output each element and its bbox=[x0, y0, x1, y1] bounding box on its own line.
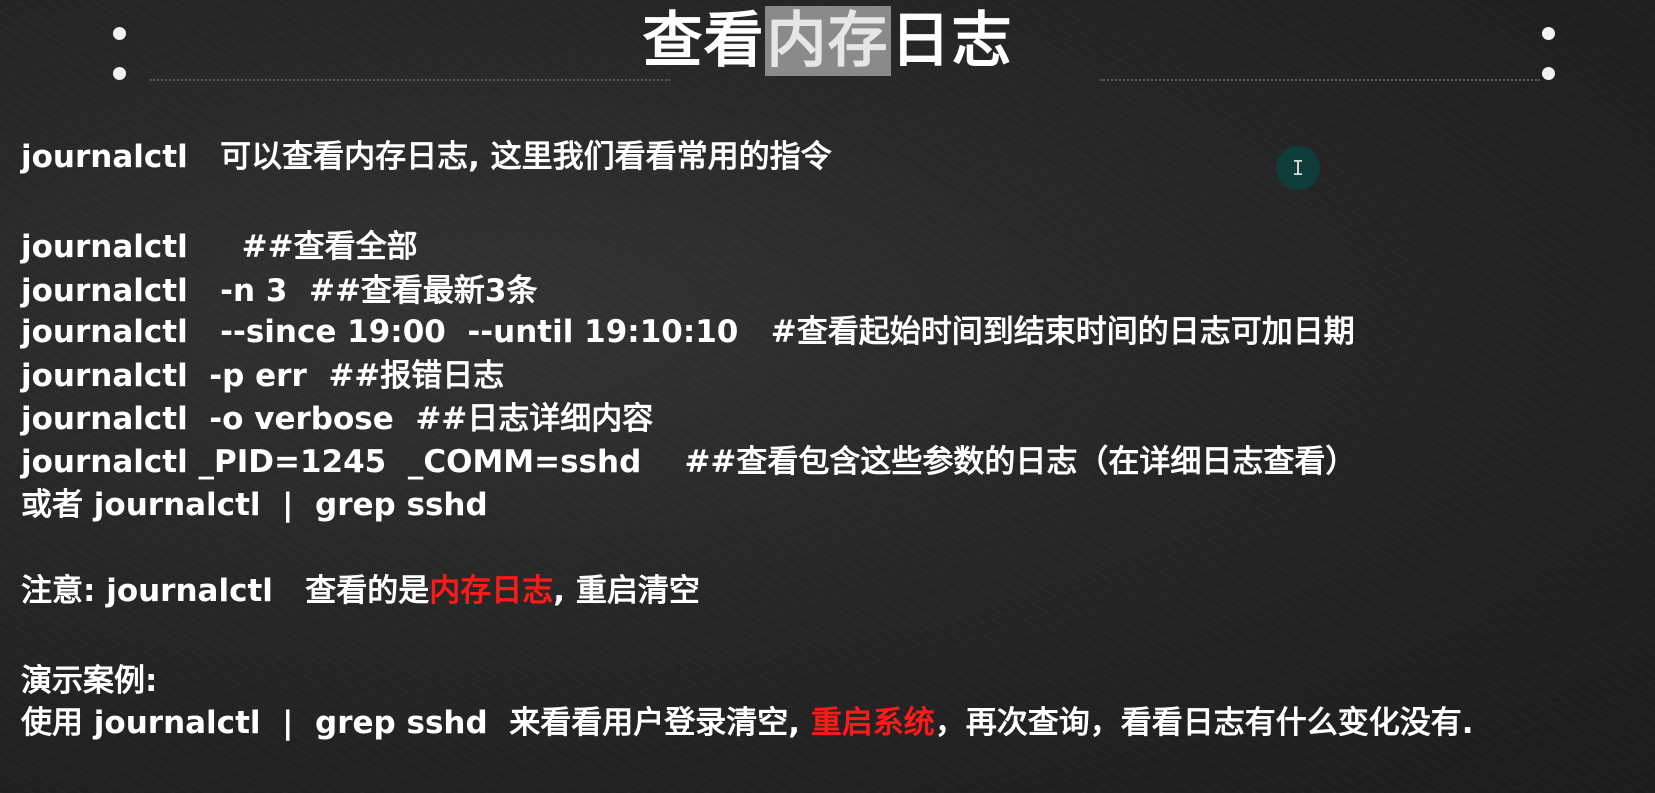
command-line: journalctl _PID=1245 _COMM=sshd ##查看包含这些… bbox=[21, 444, 1357, 480]
note-text: 注意: journalctl 查看的是 bbox=[21, 573, 430, 609]
page-title: 查看内存日志 bbox=[0, 2, 1655, 80]
command-line: 或者 journalctl | grep sshd bbox=[21, 487, 488, 523]
command-line: journalctl -n 3 ##查看最新3条 bbox=[21, 273, 538, 309]
note-highlight: 内存日志 bbox=[429, 573, 554, 609]
intro-line: journalctl 可以查看内存日志, 这里我们看看常用的指令 bbox=[21, 139, 832, 175]
note-tail: , 重启清空 bbox=[553, 573, 700, 609]
demo-text: 使用 journalctl | grep sshd 来看看用户登录清空, bbox=[21, 705, 811, 741]
demo-highlight: 重启系统 bbox=[810, 705, 935, 741]
command-line: journalctl -o verbose ##日志详细内容 bbox=[21, 401, 654, 437]
demo-line: 使用 journalctl | grep sshd 来看看用户登录清空, 重启系… bbox=[21, 702, 1474, 744]
title-part-1: 查看 bbox=[642, 6, 765, 76]
command-line: journalctl -p err ##报错日志 bbox=[21, 358, 505, 394]
text-cursor-icon: I bbox=[1276, 146, 1320, 190]
note-line: 注意: journalctl 查看的是内存日志, 重启清空 bbox=[21, 570, 700, 612]
demo-tail: ，再次查询，看看日志有什么变化没有. bbox=[934, 705, 1474, 741]
title-part-2: 日志 bbox=[890, 6, 1013, 76]
title-highlight: 内存 bbox=[764, 6, 891, 76]
demo-heading: 演示案例: bbox=[21, 663, 158, 699]
slide: 查看内存日志 journalctl 可以查看内存日志, 这里我们看看常用的指令 … bbox=[0, 0, 1655, 793]
command-line: journalctl --since 19:00 --until 19:10:1… bbox=[21, 314, 1355, 350]
command-line: journalctl ##查看全部 bbox=[21, 229, 418, 265]
